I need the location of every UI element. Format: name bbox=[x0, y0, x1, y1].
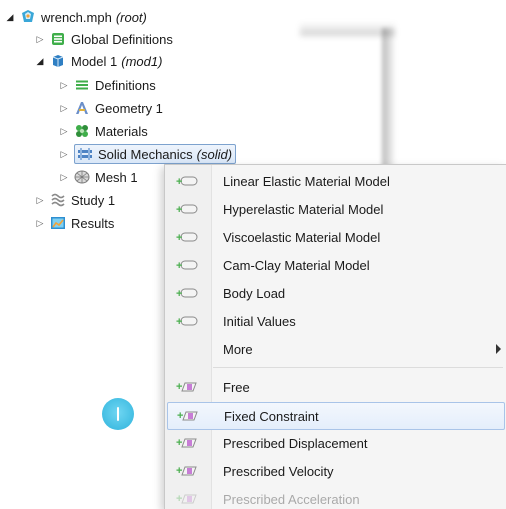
tree-node-label: Global Definitions bbox=[71, 31, 173, 47]
results-icon bbox=[50, 215, 66, 231]
menu-item-prescribed-velocity[interactable]: + Prescribed Velocity bbox=[167, 458, 505, 484]
domain-node-add-icon: + bbox=[167, 259, 211, 272]
tree-node-label: Mesh 1 bbox=[95, 169, 138, 185]
expand-toggle-icon[interactable]: ▷ bbox=[34, 217, 46, 229]
tree-node-label: Definitions bbox=[95, 77, 156, 93]
tree-node-model-1[interactable]: ◢ Model 1 (mod1) bbox=[34, 50, 163, 72]
menu-item-prescribed-displacement[interactable]: + Prescribed Displacement bbox=[167, 430, 505, 456]
expand-toggle-icon[interactable]: ▷ bbox=[58, 148, 70, 160]
menu-item-label: Free bbox=[223, 379, 250, 395]
domain-node-add-icon: + bbox=[167, 175, 211, 188]
tree-node-label: wrench.mph bbox=[41, 9, 112, 25]
boundary-node-add-icon: + bbox=[167, 436, 211, 450]
menu-item-label: Linear Elastic Material Model bbox=[223, 173, 390, 189]
tree-panel-shadow-top bbox=[300, 22, 395, 36]
menu-item-label: Hyperelastic Material Model bbox=[223, 201, 384, 217]
expand-toggle-icon[interactable]: ▷ bbox=[58, 79, 70, 91]
tree-node-label: Solid Mechanics bbox=[98, 146, 193, 162]
boundary-node-add-icon: + bbox=[168, 409, 212, 423]
menu-item-free[interactable]: + Free bbox=[167, 374, 505, 400]
menu-item-prescribed-acceleration[interactable]: + Prescribed Acceleration bbox=[167, 486, 505, 509]
context-menu: + Linear Elastic Material Model + Hypere… bbox=[164, 164, 506, 509]
menu-item-label: Fixed Constraint bbox=[224, 408, 319, 424]
geometry-icon bbox=[74, 100, 90, 116]
menu-item-initial-values[interactable]: + Initial Values bbox=[167, 308, 505, 334]
collapse-toggle-icon[interactable]: ◢ bbox=[34, 55, 46, 67]
touch-indicator-icon bbox=[102, 398, 134, 430]
tree-node-label: Model 1 bbox=[71, 53, 118, 69]
domain-node-add-icon: + bbox=[167, 231, 211, 244]
expand-toggle-icon[interactable]: ▷ bbox=[58, 171, 70, 183]
menu-item-fixed-constraint[interactable]: + Fixed Constraint bbox=[167, 402, 505, 430]
materials-icon bbox=[74, 123, 90, 139]
tree-node-label: Study 1 bbox=[71, 192, 116, 208]
menu-item-label: More bbox=[223, 341, 253, 357]
menu-item-label: Cam-Clay Material Model bbox=[223, 257, 370, 273]
menu-item-label: Prescribed Displacement bbox=[223, 435, 368, 451]
menu-item-hyperelastic[interactable]: + Hyperelastic Material Model bbox=[167, 196, 505, 222]
mesh-icon bbox=[74, 169, 90, 185]
boundary-node-add-icon: + bbox=[167, 464, 211, 478]
global-definitions-icon bbox=[50, 31, 66, 47]
submenu-arrow-icon bbox=[496, 344, 501, 354]
menu-item-viscoelastic[interactable]: + Viscoelastic Material Model bbox=[167, 224, 505, 250]
definitions-icon bbox=[74, 77, 90, 93]
tree-node-global-definitions[interactable]: ▷ Global Definitions bbox=[34, 28, 173, 50]
tree-node-label: Geometry 1 bbox=[95, 100, 163, 116]
menu-item-label: Prescribed Velocity bbox=[223, 463, 334, 479]
menu-item-cam-clay[interactable]: + Cam-Clay Material Model bbox=[167, 252, 505, 278]
expand-toggle-icon[interactable]: ▷ bbox=[34, 33, 46, 45]
menu-item-label: Prescribed Acceleration bbox=[223, 491, 360, 507]
menu-separator bbox=[213, 367, 503, 368]
tree-node-label: Results bbox=[71, 215, 115, 231]
collapse-toggle-icon[interactable]: ◢ bbox=[4, 11, 16, 23]
domain-node-add-icon: + bbox=[167, 287, 211, 300]
study-icon bbox=[50, 192, 66, 208]
menu-item-label: Initial Values bbox=[223, 313, 296, 329]
tree-node-solid-mechanics[interactable]: ▷ Solid Mechanics (solid) bbox=[58, 143, 237, 165]
menu-item-more[interactable]: More bbox=[167, 336, 505, 362]
tree-node-definitions[interactable]: ▷ Definitions bbox=[58, 74, 156, 96]
menu-item-body-load[interactable]: + Body Load bbox=[167, 280, 505, 306]
tree-node-results[interactable]: ▷ Results bbox=[34, 212, 115, 234]
domain-node-add-icon: + bbox=[167, 203, 211, 216]
tree-node-selection[interactable]: Solid Mechanics (solid) bbox=[74, 144, 237, 164]
tree-node-materials[interactable]: ▷ Materials bbox=[58, 120, 148, 142]
boundary-node-add-icon: + bbox=[167, 492, 211, 506]
expand-toggle-icon[interactable]: ▷ bbox=[34, 194, 46, 206]
model-cube-icon bbox=[50, 53, 66, 69]
tree-node-root[interactable]: ◢ wrench.mph (root) bbox=[4, 6, 147, 28]
solid-mechanics-icon bbox=[77, 146, 93, 162]
expand-toggle-icon[interactable]: ▷ bbox=[58, 102, 70, 114]
tree-node-label: Materials bbox=[95, 123, 148, 139]
menu-item-label: Viscoelastic Material Model bbox=[223, 229, 381, 245]
tree-node-tag: (solid) bbox=[196, 146, 233, 162]
menu-item-label: Body Load bbox=[223, 285, 286, 301]
boundary-node-add-icon: + bbox=[167, 380, 211, 394]
tree-node-geometry-1[interactable]: ▷ Geometry 1 bbox=[58, 97, 163, 119]
tree-node-study-1[interactable]: ▷ Study 1 bbox=[34, 189, 116, 211]
comsol-model-icon bbox=[20, 9, 36, 25]
tree-node-mesh-1[interactable]: ▷ Mesh 1 bbox=[58, 166, 138, 188]
expand-toggle-icon[interactable]: ▷ bbox=[58, 125, 70, 137]
tree-node-tag: (mod1) bbox=[121, 53, 163, 69]
menu-item-linear-elastic[interactable]: + Linear Elastic Material Model bbox=[167, 168, 505, 194]
domain-node-add-icon: + bbox=[167, 315, 211, 328]
tree-node-tag: (root) bbox=[115, 9, 147, 25]
